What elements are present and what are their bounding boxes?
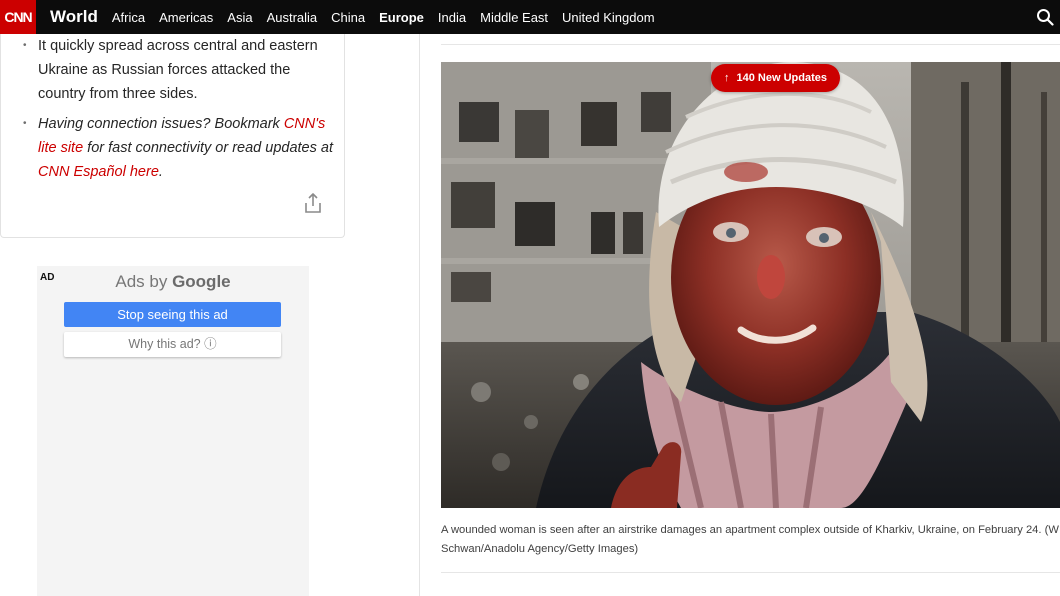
why-this-ad-button[interactable]: Why this ad? ⓘ xyxy=(64,332,281,357)
new-updates-label: 140 New Updates xyxy=(736,72,827,84)
cnn-logo[interactable]: CNN xyxy=(0,0,36,34)
google-brand-text: Google xyxy=(172,272,231,291)
divider xyxy=(441,572,1060,573)
connection-text: Having connection issues? Bookmark xyxy=(38,116,284,132)
bullet-dot: • xyxy=(23,118,27,129)
ads-by-google: Ads by Google xyxy=(37,272,309,292)
nav-item-africa[interactable]: Africa xyxy=(112,10,145,25)
story-highlights-card: • It quickly spread across central and e… xyxy=(0,34,345,238)
stop-seeing-ad-button[interactable]: Stop seeing this ad xyxy=(64,302,281,327)
share-icon[interactable] xyxy=(303,192,323,214)
caption-line: A wounded woman is seen after an airstri… xyxy=(441,524,1059,536)
nav-item-middle-east[interactable]: Middle East xyxy=(480,10,548,25)
caption-line: Schwan/Anadolu Agency/Getty Images) xyxy=(441,543,639,555)
bullet-dot: • xyxy=(23,40,27,51)
arrow-up-icon: ↑ xyxy=(724,72,730,84)
list-item: • It quickly spread across central and e… xyxy=(23,34,338,106)
nav-item-asia[interactable]: Asia xyxy=(227,10,252,25)
nav-item-europe[interactable]: Europe xyxy=(379,10,424,25)
section-nav: Africa Americas Asia Australia China Eur… xyxy=(112,10,669,25)
nav-item-india[interactable]: India xyxy=(438,10,466,25)
top-nav: CNN World Africa Americas Asia Australia… xyxy=(0,0,1060,34)
nav-item-united-kingdom[interactable]: United Kingdom xyxy=(562,10,655,25)
cnn-espanol-link[interactable]: CNN Español here xyxy=(38,164,159,180)
list-item: • Having connection issues? Bookmark CNN… xyxy=(23,112,338,184)
news-photo-image xyxy=(441,62,1060,508)
connection-text: for fast connectivity or read updates at xyxy=(83,140,333,156)
ad-slot: AD Ads by Google Stop seeing this ad Why… xyxy=(37,266,309,596)
search-icon[interactable] xyxy=(1036,8,1054,26)
nav-item-china[interactable]: China xyxy=(331,10,365,25)
connection-text: . xyxy=(158,164,163,180)
photo-caption: A wounded woman is seen after an airstri… xyxy=(441,521,1060,559)
divider xyxy=(441,44,1060,45)
bullet-text: Having connection issues? Bookmark CNN's… xyxy=(38,112,338,184)
column-divider xyxy=(419,34,420,596)
nav-item-americas[interactable]: Americas xyxy=(159,10,213,25)
new-updates-button[interactable]: ↑ 140 New Updates xyxy=(711,64,840,92)
news-photo[interactable] xyxy=(441,62,1060,508)
edition-title[interactable]: World xyxy=(50,7,98,27)
ads-by-text: Ads by xyxy=(115,272,173,291)
nav-item-australia[interactable]: Australia xyxy=(267,10,318,25)
bullet-text: It quickly spread across central and eas… xyxy=(38,38,318,102)
